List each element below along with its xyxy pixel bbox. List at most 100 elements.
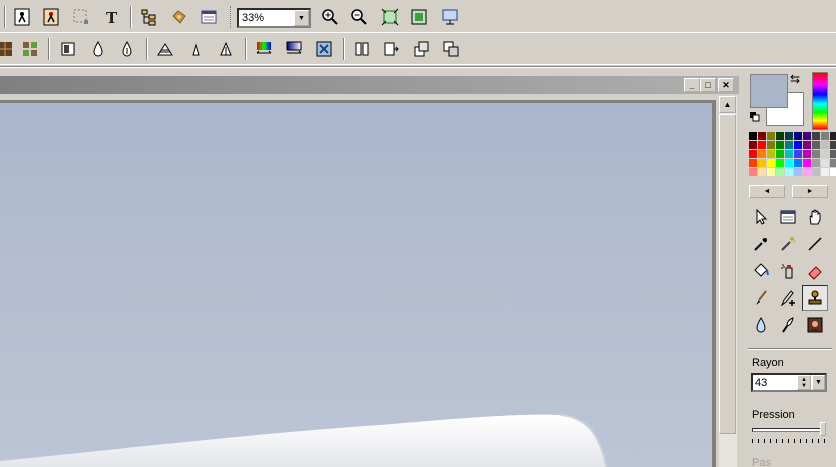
palette-swatch[interactable]: [794, 159, 802, 167]
palette-swatch[interactable]: [749, 141, 757, 149]
palette-swatch[interactable]: [767, 150, 775, 158]
palette-swatch[interactable]: [794, 132, 802, 140]
palette-swatch[interactable]: [803, 159, 811, 167]
vertical-scrollbar[interactable]: ▲: [719, 96, 737, 467]
photo-icon[interactable]: [802, 312, 828, 338]
palette-swatch[interactable]: [812, 159, 820, 167]
fit-icon[interactable]: [379, 6, 401, 28]
eyedropper-icon[interactable]: [748, 231, 774, 257]
pressure-slider[interactable]: [752, 428, 822, 432]
small-triangle-icon[interactable]: [185, 38, 207, 60]
palette-swatch[interactable]: [821, 132, 829, 140]
palette-swatch[interactable]: [776, 150, 784, 158]
rotate-icon[interactable]: [410, 38, 432, 60]
paint-bucket-icon[interactable]: [748, 258, 774, 284]
eraser-icon[interactable]: [802, 258, 828, 284]
line-icon[interactable]: [802, 231, 828, 257]
radius-spinner[interactable]: 43 ▲ ▼ ▼: [751, 373, 827, 392]
palette-swatch[interactable]: [758, 168, 766, 176]
reset-colors-icon[interactable]: [750, 112, 760, 122]
palette-swatch[interactable]: [830, 159, 836, 167]
browse-icon[interactable]: [40, 6, 62, 28]
color-palette[interactable]: [749, 132, 836, 176]
palette-swatch[interactable]: [785, 168, 793, 176]
brush-icon[interactable]: [748, 285, 774, 311]
palette-swatch[interactable]: [776, 159, 784, 167]
palette-swatch[interactable]: [794, 150, 802, 158]
palette-swatch[interactable]: [785, 159, 793, 167]
pen-plus-icon[interactable]: [775, 285, 801, 311]
open-icon[interactable]: [11, 6, 33, 28]
outline-triangle-icon[interactable]: [215, 38, 237, 60]
selection-icon[interactable]: [70, 6, 92, 28]
palette-swatch[interactable]: [767, 132, 775, 140]
window-icon[interactable]: [198, 6, 220, 28]
text-tool-icon[interactable]: T: [101, 6, 123, 28]
magic-wand-icon[interactable]: [775, 231, 801, 257]
maximize-button[interactable]: □: [700, 78, 716, 92]
transform-icon[interactable]: [440, 38, 462, 60]
zoom-in-icon[interactable]: [319, 6, 341, 28]
minimize-button[interactable]: _: [684, 78, 700, 92]
palette-swatch[interactable]: [821, 168, 829, 176]
spin-arrows-icon[interactable]: ▲ ▼: [797, 375, 811, 390]
gradient-icon[interactable]: [283, 38, 305, 60]
swap-colors-icon[interactable]: ⇆: [790, 72, 800, 86]
smudge-icon[interactable]: [775, 312, 801, 338]
palette-swatch[interactable]: [776, 141, 784, 149]
pointer-icon[interactable]: [748, 204, 774, 230]
color-balance-icon[interactable]: [253, 38, 275, 60]
palette-swatch[interactable]: [749, 159, 757, 167]
clone-stamp-icon[interactable]: [802, 285, 828, 311]
palette-swatch[interactable]: [785, 132, 793, 140]
palette-swatch[interactable]: [830, 132, 836, 140]
triangle-filter-icon[interactable]: [154, 38, 176, 60]
actual-size-icon[interactable]: [408, 6, 430, 28]
palette-swatch[interactable]: [767, 168, 775, 176]
palette-swatch[interactable]: [812, 168, 820, 176]
palette-swatch[interactable]: [767, 159, 775, 167]
palette-swatch[interactable]: [803, 168, 811, 176]
scroll-thumb[interactable]: [719, 114, 736, 434]
palette-swatch[interactable]: [812, 132, 820, 140]
frame-icon[interactable]: [57, 38, 79, 60]
hand-icon[interactable]: [802, 204, 828, 230]
palette-swatch[interactable]: [830, 168, 836, 176]
palette-swatch[interactable]: [776, 132, 784, 140]
palette-swatch[interactable]: [830, 150, 836, 158]
palette-swatch[interactable]: [794, 141, 802, 149]
palette-swatch[interactable]: [767, 141, 775, 149]
browser-icon[interactable]: [775, 204, 801, 230]
palette-swatch[interactable]: [803, 150, 811, 158]
foreground-color[interactable]: [750, 74, 788, 108]
flip-horizontal-icon[interactable]: [351, 38, 373, 60]
palette-swatch[interactable]: [812, 150, 820, 158]
spray-icon[interactable]: [775, 258, 801, 284]
palette-swatch[interactable]: [803, 132, 811, 140]
palette-prev-icon[interactable]: ◄: [749, 185, 785, 198]
slideshow-icon[interactable]: [439, 6, 461, 28]
palette-swatch[interactable]: [776, 168, 784, 176]
hierarchy-icon[interactable]: [138, 6, 160, 28]
chevron-down-icon[interactable]: ▼: [294, 10, 309, 26]
document-title-bar[interactable]: _ □ ✕: [0, 76, 739, 94]
sharpen-icon[interactable]: [116, 38, 138, 60]
scroll-up-icon[interactable]: ▲: [719, 96, 736, 113]
palette-swatch[interactable]: [749, 132, 757, 140]
palette-swatch[interactable]: [830, 141, 836, 149]
close-button[interactable]: ✕: [718, 78, 734, 92]
palette-swatch[interactable]: [785, 150, 793, 158]
palette-swatch[interactable]: [821, 141, 829, 149]
palette-swatch[interactable]: [794, 168, 802, 176]
pressure-slider-thumb[interactable]: [820, 422, 826, 436]
palette-swatch[interactable]: [758, 132, 766, 140]
grid-icon[interactable]: [0, 38, 16, 60]
palette-swatch[interactable]: [749, 150, 757, 158]
photo-canvas[interactable]: [0, 103, 712, 467]
mosaic-icon[interactable]: [19, 38, 41, 60]
zoom-select[interactable]: 33% ▼: [237, 8, 311, 28]
palette-swatch[interactable]: [758, 141, 766, 149]
palette-swatch[interactable]: [758, 159, 766, 167]
flip-vertical-icon[interactable]: [380, 38, 402, 60]
chevron-down-icon[interactable]: ▼: [812, 375, 825, 390]
